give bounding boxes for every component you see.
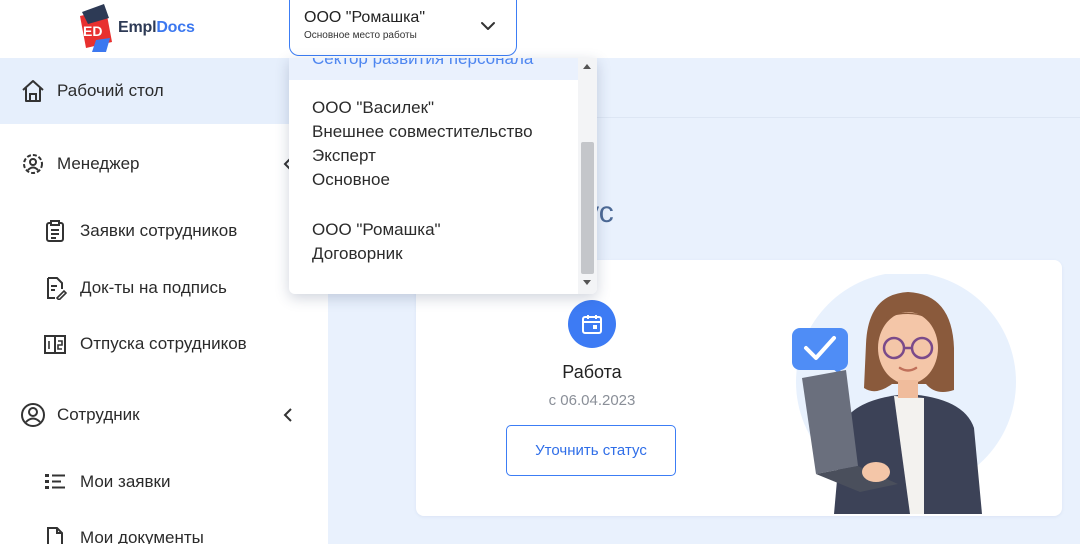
manager-gear-icon (20, 151, 46, 177)
status-name: Работа (562, 362, 622, 382)
svg-text:ED: ED (83, 23, 102, 39)
organization-select-subtitle: Основное место работы (304, 30, 417, 41)
dropdown-option[interactable]: ООО "Василек" Внешнее совместительство Э… (312, 96, 574, 192)
document-sign-icon (43, 276, 67, 300)
logo-mark-icon: ED (76, 2, 116, 54)
home-icon (20, 78, 46, 104)
refine-status-button[interactable]: Уточнить статус (506, 425, 676, 476)
organization-dropdown[interactable]: Сектор развития персонала ООО "Василек" … (289, 58, 597, 294)
sidebar-item-desktop[interactable]: Рабочий стол (0, 58, 318, 124)
dropdown-scrollbar[interactable] (578, 58, 597, 294)
clipboard-icon (43, 219, 67, 243)
sidebar-item-label: Заявки сотрудников (80, 221, 238, 240)
scroll-down-arrow-icon[interactable] (583, 280, 591, 285)
app-logo[interactable]: ED EmplDocs (76, 2, 195, 54)
sidebar-item-label: Мои заявки (80, 472, 171, 491)
dropdown-option-org: ООО "Василек" (312, 98, 435, 117)
status-since-date: с 06.04.2023 (548, 392, 636, 409)
sidebar-item-employee[interactable]: Сотрудник (0, 382, 318, 448)
vacation-calendar-icon (43, 332, 67, 356)
sidebar-item-my-documents[interactable]: Мои документы (0, 512, 318, 544)
calendar-icon (568, 300, 616, 348)
user-circle-icon (20, 402, 46, 428)
scroll-up-arrow-icon[interactable] (583, 64, 591, 69)
document-icon (43, 526, 67, 544)
dropdown-option-line: Договорник (312, 244, 403, 263)
sidebar-item-label: Мои документы (80, 528, 204, 544)
sidebar-item-my-requests[interactable]: Мои заявки (0, 456, 318, 508)
status-card: Работа с 06.04.2023 Уточнить статус (416, 260, 1062, 516)
dropdown-option[interactable]: ООО "Ромашка" Договорник (312, 218, 574, 266)
sidebar-item-label: Сотрудник (57, 405, 140, 424)
dropdown-option-line: Эксперт (312, 146, 376, 165)
organization-select[interactable]: ООО "Ромашка" Основное место работы (289, 0, 517, 56)
sidebar-item-docs-to-sign[interactable]: Док-ты на подпись (0, 262, 318, 314)
logo-text: EmplDocs (118, 19, 195, 37)
sidebar-item-label: Док-ты на подпись (80, 278, 227, 297)
sidebar-item-employee-vacations[interactable]: Отпуска сотрудников (0, 318, 318, 370)
sidebar: Рабочий стол Менеджер Заявки сотрудников… (0, 58, 328, 544)
dropdown-option-line: Внешнее совместительство (312, 122, 533, 141)
sidebar-item-label: Рабочий стол (57, 81, 164, 100)
dropdown-option-partial-label: Сектор развития персонала (312, 58, 534, 68)
list-icon (43, 470, 67, 494)
sidebar-item-manager[interactable]: Менеджер (0, 131, 318, 197)
sidebar-item-employee-requests[interactable]: Заявки сотрудников (0, 205, 318, 257)
top-bar: ED EmplDocs ООО "Ромашка" Основное место… (0, 0, 1080, 58)
dropdown-option-line: Основное (312, 170, 390, 189)
organization-select-value: ООО "Ромашка" (304, 9, 425, 26)
chevron-left-icon[interactable] (280, 406, 298, 424)
sidebar-item-label: Отпуска сотрудников (80, 334, 247, 353)
logo-text-dark: Empl (118, 19, 157, 36)
dropdown-option-org: ООО "Ромашка" (312, 220, 441, 239)
woman-with-laptop-illustration (776, 272, 1016, 514)
scrollbar-thumb[interactable] (581, 142, 594, 274)
dropdown-option-partial[interactable]: Сектор развития персонала (289, 58, 578, 80)
chevron-down-icon[interactable] (478, 16, 498, 36)
logo-text-accent: Docs (156, 19, 195, 36)
sidebar-item-label: Менеджер (57, 154, 140, 173)
